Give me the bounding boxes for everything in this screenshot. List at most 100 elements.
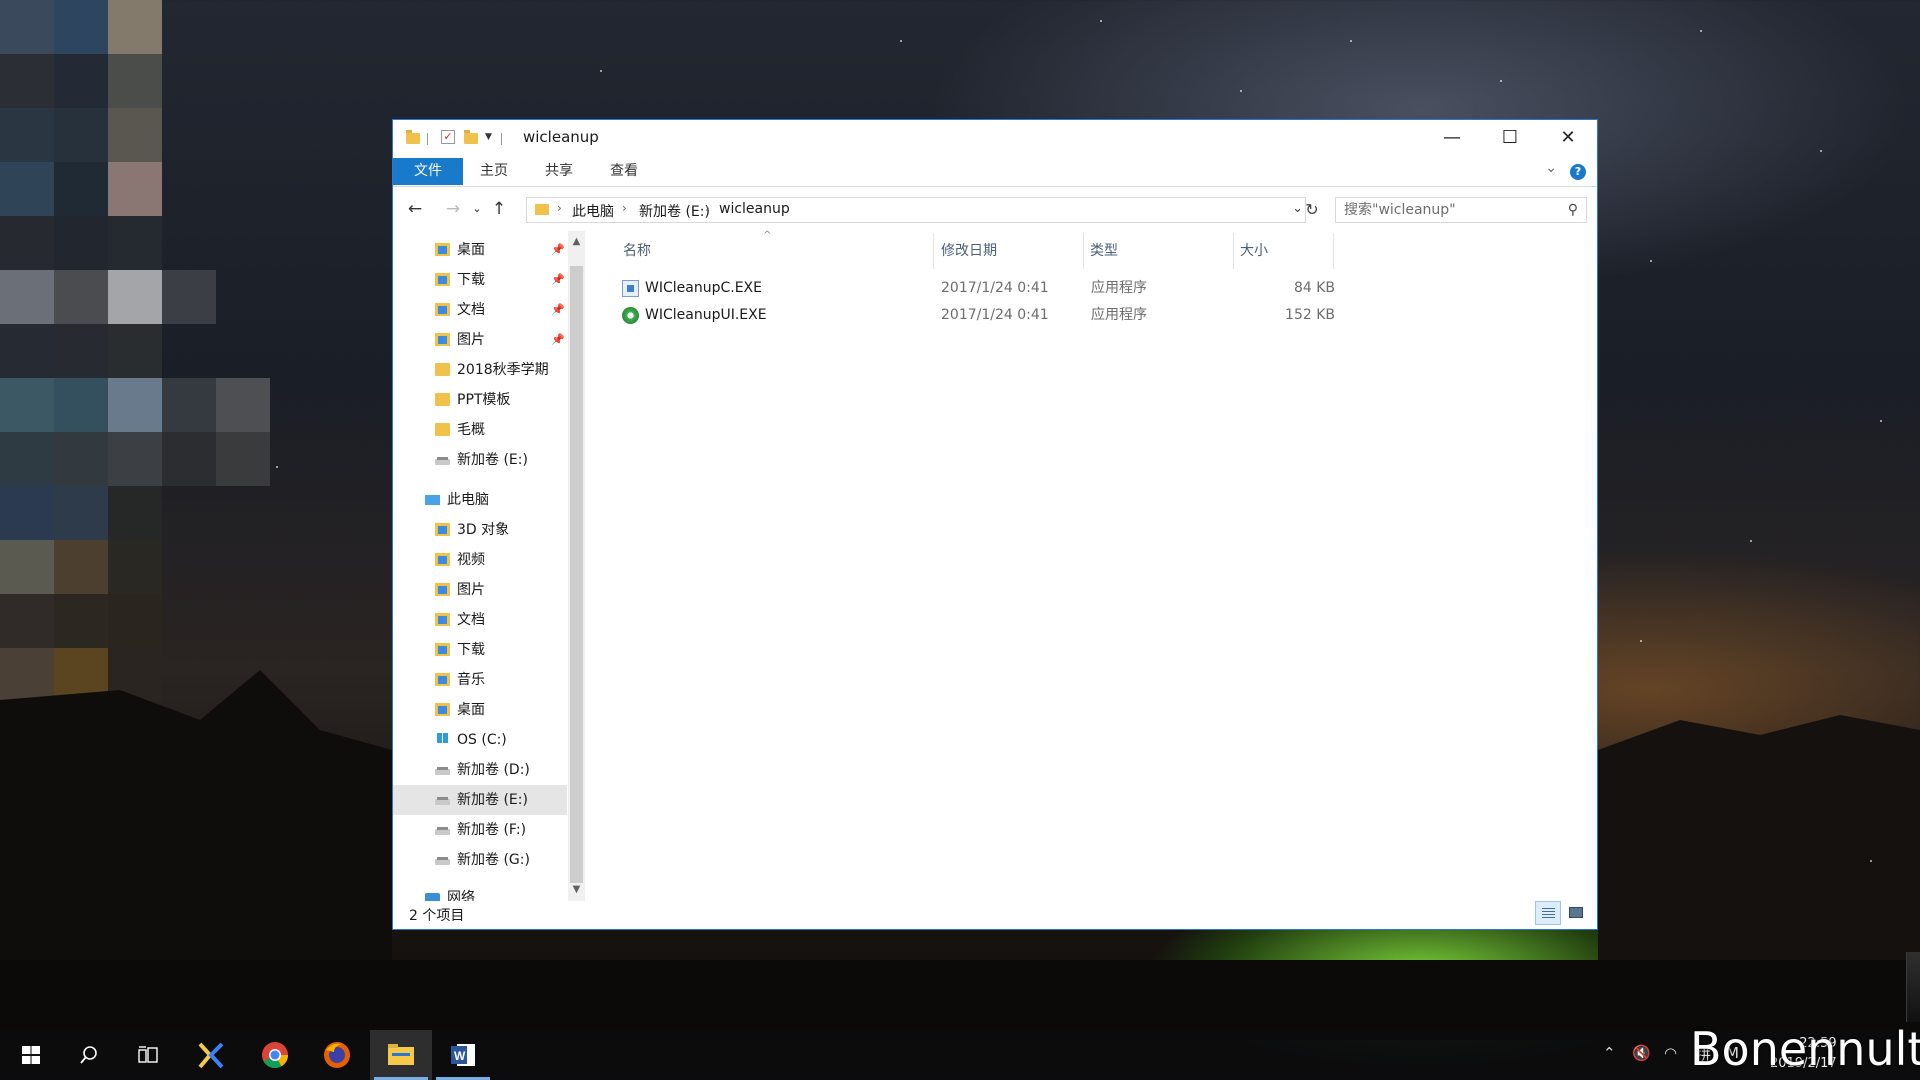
desktop-folder-icon (435, 243, 450, 256)
pictures-folder-icon (435, 583, 450, 596)
column-header-modified[interactable]: 修改日期 (941, 233, 997, 269)
file-row[interactable]: WICleanupC.EXE 2017/1/24 0:41 应用程序 84 KB (615, 275, 1615, 301)
pin-icon[interactable]: 📌 (551, 265, 565, 295)
nav-item-drive-d[interactable]: 新加卷 (D:) (393, 755, 567, 785)
up-button[interactable]: ↑ (488, 198, 510, 220)
taskbar-app-firefox[interactable] (306, 1030, 368, 1080)
volume-muted-icon[interactable]: 🔇 (1632, 1044, 1651, 1062)
taskbar-app-file-explorer[interactable] (370, 1030, 432, 1080)
recent-locations-dropdown-icon[interactable]: ⌄ (466, 198, 488, 220)
nav-item-ppt-templates[interactable]: PPT模板 (393, 385, 567, 415)
nav-item-documents[interactable]: 文档 📌 (393, 295, 567, 325)
taskbar-app-xmind[interactable] (180, 1030, 242, 1080)
pictures-folder-icon (435, 333, 450, 346)
pin-icon[interactable]: 📌 (551, 295, 565, 325)
scrollbar-thumb[interactable] (570, 266, 583, 883)
file-row[interactable]: WICleanupUI.EXE 2017/1/24 0:41 应用程序 152 … (615, 302, 1615, 328)
pin-icon[interactable]: 📌 (551, 235, 565, 265)
taskbar-app-word[interactable]: W (432, 1030, 494, 1080)
breadcrumb-chevron-icon[interactable]: › (557, 201, 562, 215)
nav-item-drive-f[interactable]: 新加卷 (F:) (393, 815, 567, 845)
large-icons-view-icon[interactable] (1563, 901, 1589, 925)
properties-icon[interactable]: ✓ (441, 130, 455, 144)
task-view-button[interactable] (118, 1030, 180, 1080)
breadcrumb-chevron-icon[interactable]: › (622, 201, 627, 215)
nav-item-downloads[interactable]: 下载 📌 (393, 265, 567, 295)
breadcrumb-this-pc[interactable]: 此电脑 (572, 201, 614, 221)
taskbar-app-chrome[interactable] (244, 1030, 306, 1080)
pin-icon[interactable]: 📌 (551, 325, 565, 355)
breadcrumb-drive-e[interactable]: 新加卷 (E:) (639, 201, 710, 221)
close-button[interactable]: ✕ (1539, 120, 1597, 154)
nav-item-label: 桌面 (457, 702, 485, 718)
nav-item-drive-c[interactable]: OS (C:) (393, 725, 567, 755)
nav-item-drive-g[interactable]: 新加卷 (G:) (393, 845, 567, 875)
title-bar[interactable]: ✓ ▼ wicleanup — ☐ ✕ (393, 120, 1597, 154)
scroll-down-icon[interactable]: ▼ (568, 881, 585, 898)
file-size: 84 KB (1293, 280, 1335, 296)
column-divider[interactable] (1233, 233, 1234, 269)
help-icon[interactable]: ? (1570, 164, 1586, 180)
column-header-type[interactable]: 类型 (1090, 233, 1118, 269)
nav-item-maogai[interactable]: 毛概 (393, 415, 567, 445)
nav-item-3d-objects[interactable]: 3D 对象 (393, 515, 567, 545)
star (900, 40, 902, 42)
start-button[interactable] (0, 1030, 62, 1080)
folder-icon (435, 393, 450, 406)
maximize-button[interactable]: ☐ (1481, 120, 1539, 154)
file-modified: 2017/1/24 0:41 (941, 307, 1049, 323)
nav-item-label: 新加卷 (F:) (457, 822, 527, 838)
nav-item-pc-pictures[interactable]: 图片 (393, 575, 567, 605)
nav-item-2018-autumn[interactable]: 2018秋季学期 (393, 355, 567, 385)
nav-item-label: 音乐 (457, 672, 485, 688)
nav-item-pc-desktop[interactable]: 桌面 (393, 695, 567, 725)
breadcrumb-wicleanup[interactable]: wicleanup (719, 201, 790, 217)
file-explorer-icon (388, 1044, 414, 1065)
tab-file[interactable]: 文件 (393, 158, 463, 185)
navigation-pane: 桌面 📌 下载 📌 文档 📌 图片 📌 2018秋季学期 PPT模板 毛概 新加… (393, 231, 567, 901)
scroll-up-icon[interactable]: ▲ (568, 233, 585, 250)
nav-pane-scrollbar[interactable]: ▲ ▼ (568, 231, 585, 901)
nav-item-label: OS (C:) (457, 732, 507, 748)
tab-home[interactable]: 主页 (480, 158, 508, 185)
details-view-icon[interactable] (1535, 901, 1561, 925)
wifi-icon[interactable]: ◠ (1664, 1044, 1677, 1062)
breadcrumb-chevron-icon[interactable]: › (705, 201, 710, 215)
expand-ribbon-icon[interactable]: ⌄ (1545, 160, 1557, 176)
search-button[interactable] (58, 1030, 120, 1080)
nav-item-music[interactable]: 音乐 (393, 665, 567, 695)
show-hidden-icons-icon[interactable]: ⌃ (1603, 1044, 1616, 1062)
nav-item-pc-downloads[interactable]: 下载 (393, 635, 567, 665)
nav-item-pictures[interactable]: 图片 📌 (393, 325, 567, 355)
back-button[interactable]: ← (404, 198, 426, 220)
folder-icon (435, 423, 450, 436)
new-folder-icon[interactable] (464, 130, 478, 144)
address-bar[interactable]: › 此电脑 › 新加卷 (E:) › wicleanup ⌄ (526, 197, 1306, 223)
forward-button[interactable]: → (442, 198, 464, 220)
tab-view[interactable]: 查看 (610, 158, 638, 185)
folder-icon (406, 130, 420, 144)
nav-item-desktop[interactable]: 桌面 📌 (393, 235, 567, 265)
tab-share[interactable]: 共享 (545, 158, 573, 185)
nav-item-drive-e[interactable]: 新加卷 (E:) (393, 785, 567, 815)
nav-item-this-pc[interactable]: 此电脑 (393, 485, 567, 515)
nav-item-quick-drive-e[interactable]: 新加卷 (E:) (393, 445, 567, 475)
nav-item-videos[interactable]: 视频 (393, 545, 567, 575)
search-input[interactable]: 搜索"wicleanup" ⚲ (1335, 197, 1587, 223)
close-icon: ✕ (1560, 126, 1576, 148)
column-divider[interactable] (1333, 233, 1334, 269)
column-divider[interactable] (1083, 233, 1084, 269)
column-header-size[interactable]: 大小 (1240, 233, 1268, 269)
nav-item-pc-documents[interactable]: 文档 (393, 605, 567, 635)
search-icon[interactable]: ⚲ (1568, 198, 1578, 222)
window-title: wicleanup (523, 128, 599, 146)
file-modified: 2017/1/24 0:41 (941, 280, 1049, 296)
nav-item-network[interactable]: 网络 (393, 883, 567, 901)
minimize-button[interactable]: — (1423, 120, 1481, 154)
column-divider[interactable] (933, 233, 934, 269)
star (1240, 90, 1242, 92)
star (1870, 860, 1872, 862)
column-header-name[interactable]: 名称 (615, 233, 923, 269)
refresh-icon[interactable]: ↻ (1299, 197, 1325, 223)
customize-toolbar-dropdown-icon[interactable]: ▼ (485, 132, 492, 142)
